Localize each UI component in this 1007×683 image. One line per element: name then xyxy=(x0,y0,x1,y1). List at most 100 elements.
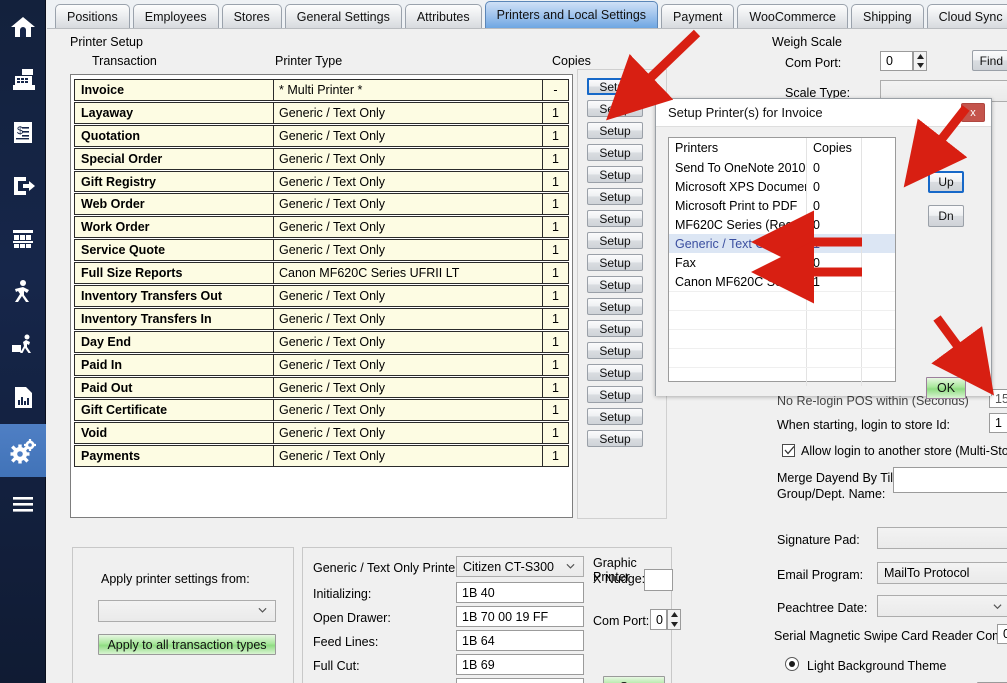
sidebar-item-menu[interactable] xyxy=(0,477,46,530)
move-up-button[interactable]: Up xyxy=(928,171,964,193)
setup-button-gift-registry[interactable]: Setup xyxy=(587,166,643,183)
table-row[interactable]: Full Size Reports Canon MF620C Series UF… xyxy=(74,262,569,285)
tab-attributes[interactable]: Attributes xyxy=(404,4,482,28)
setup-button-service-quote[interactable]: Setup xyxy=(587,232,643,249)
setup-button-invoice[interactable]: Setup xyxy=(587,78,643,95)
setup-button-quotation[interactable]: Setup xyxy=(587,122,643,139)
sidebar-item-inventory[interactable] xyxy=(0,212,46,265)
merge-dayend-input[interactable] xyxy=(893,467,1007,493)
open-drawer-input[interactable]: 1B 70 00 19 FF xyxy=(456,606,584,627)
table-row[interactable]: Layaway Generic / Text Only 1 xyxy=(74,101,569,124)
tab-positions[interactable]: Positions xyxy=(55,4,130,28)
weigh-scale-com-port-input[interactable]: 0 xyxy=(880,51,913,71)
setup-button-layaway[interactable]: Setup xyxy=(587,100,643,117)
tab-woocommerce[interactable]: WooCommerce xyxy=(737,4,848,28)
tab-stores[interactable]: Stores xyxy=(221,4,282,28)
table-row[interactable]: Gift Certificate Generic / Text Only 1 xyxy=(74,399,569,422)
chevron-down-icon xyxy=(258,607,267,613)
list-item-empty[interactable] xyxy=(669,329,895,348)
table-row[interactable]: Payments Generic / Text Only 1 xyxy=(74,445,569,468)
list-item-empty[interactable] xyxy=(669,348,895,367)
table-row[interactable]: Web Order Generic / Text Only 1 xyxy=(74,193,569,216)
list-item[interactable]: MF620C Series (Receipt) 0 xyxy=(669,215,895,234)
peachtree-date-combo[interactable] xyxy=(877,595,1007,617)
table-row[interactable]: Invoice * Multi Printer * - xyxy=(74,79,569,101)
cell-printer-type: Generic / Text Only xyxy=(274,376,543,399)
multi-store-access-checkbox[interactable] xyxy=(782,444,795,457)
setup-button-day-end[interactable]: Setup xyxy=(587,320,643,337)
generic-printer-save-button[interactable]: Save xyxy=(603,676,665,683)
list-item[interactable]: Canon MF620C Series UFRII 1 xyxy=(669,272,895,291)
cell-copies: 1 xyxy=(543,216,569,239)
tab-employees[interactable]: Employees xyxy=(132,4,219,28)
spinner-down-icon[interactable] xyxy=(914,61,926,70)
sidebar-item-reports[interactable] xyxy=(0,371,46,424)
table-row[interactable]: Inventory Transfers Out Generic / Text O… xyxy=(74,285,569,307)
sidebar-item-point-of-sale[interactable] xyxy=(0,53,46,106)
tab-cloud-sync[interactable]: Cloud Sync xyxy=(926,4,1007,28)
tab-shipping[interactable]: Shipping xyxy=(850,4,924,28)
move-down-button[interactable]: Dn xyxy=(928,205,964,227)
table-row[interactable]: Inventory Transfers In Generic / Text On… xyxy=(74,307,569,330)
table-row[interactable]: Gift Registry Generic / Text Only 1 xyxy=(74,170,569,193)
signature-pad-combo[interactable] xyxy=(877,527,1007,549)
table-row[interactable]: Day End Generic / Text Only 1 xyxy=(74,330,569,353)
sidebar-item-customers[interactable] xyxy=(0,265,46,318)
weigh-scale-com-port-spinner[interactable] xyxy=(913,51,927,71)
setup-button-web-order[interactable]: Setup xyxy=(587,188,643,205)
table-row[interactable]: Service Quote Generic / Text Only 1 xyxy=(74,239,569,262)
setup-button-gift-certificate[interactable]: Setup xyxy=(587,386,643,403)
setup-button-payments[interactable]: Setup xyxy=(587,430,643,447)
list-item-empty[interactable] xyxy=(669,367,895,386)
table-row[interactable]: Special Order Generic / Text Only 1 xyxy=(74,147,569,170)
store-id-input[interactable]: 1 xyxy=(989,413,1007,433)
close-icon[interactable]: x xyxy=(961,103,985,122)
setup-button-inventory-transfers-out[interactable]: Setup xyxy=(587,276,643,293)
table-row[interactable]: Paid In Generic / Text Only 1 xyxy=(74,353,569,376)
list-item[interactable]: Microsoft XPS Document Writer 0 xyxy=(669,177,895,196)
setup-button-paid-out[interactable]: Setup xyxy=(587,364,643,381)
partial-cut-input[interactable]: 1B 6D xyxy=(456,678,584,683)
list-item-empty[interactable] xyxy=(669,291,895,310)
tab-printers-and-local-settings[interactable]: Printers and Local Settings xyxy=(484,1,659,28)
sidebar-item-settings[interactable] xyxy=(0,424,46,477)
setup-button-work-order[interactable]: Setup xyxy=(587,210,643,227)
sidebar-item-exit[interactable] xyxy=(0,159,46,212)
list-item-selected[interactable]: Generic / Text Only 1 xyxy=(669,234,895,253)
setup-button-full-size-reports[interactable]: Setup xyxy=(587,254,643,271)
apply-to-all-transaction-types-button[interactable]: Apply to all transaction types xyxy=(98,634,276,655)
table-row[interactable]: Paid Out Generic / Text Only 1 xyxy=(74,376,569,399)
light-theme-radio[interactable] xyxy=(785,657,799,671)
sidebar-item-deliveries[interactable] xyxy=(0,318,46,371)
generic-com-port-input[interactable]: 0 xyxy=(650,609,667,630)
table-row[interactable]: Void Generic / Text Only 1 xyxy=(74,422,569,445)
full-cut-input[interactable]: 1B 69 xyxy=(456,654,584,675)
list-item-empty[interactable] xyxy=(669,310,895,329)
find-port-button[interactable]: Find Port xyxy=(972,50,1007,71)
cell-printer-type: Generic / Text Only xyxy=(274,445,543,468)
initializing-input[interactable]: 1B 40 xyxy=(456,582,584,603)
setup-button-void[interactable]: Setup xyxy=(587,408,643,425)
sidebar-item-invoices[interactable]: $ xyxy=(0,106,46,159)
ok-button[interactable]: OK xyxy=(926,377,966,399)
tab-general-settings[interactable]: General Settings xyxy=(284,4,402,28)
list-item[interactable]: Microsoft Print to PDF 0 xyxy=(669,196,895,215)
email-program-combo[interactable]: MailTo Protocol xyxy=(877,562,1007,584)
x-nudge-input[interactable] xyxy=(644,569,673,591)
list-item[interactable]: Send To OneNote 2010 0 xyxy=(669,158,895,177)
setup-button-inventory-transfers-in[interactable]: Setup xyxy=(587,298,643,315)
list-item[interactable]: Fax 0 xyxy=(669,253,895,272)
sidebar-item-home[interactable] xyxy=(0,0,46,53)
cell-copies: 1 xyxy=(543,193,569,216)
feed-lines-input[interactable]: 1B 64 xyxy=(456,630,584,651)
tab-payment[interactable]: Payment xyxy=(661,4,735,28)
apply-settings-source-combo[interactable] xyxy=(98,600,276,622)
swipe-card-reader-input[interactable]: 0 xyxy=(997,624,1007,644)
printer-name: Generic / Text Only xyxy=(675,236,782,251)
setup-button-paid-in[interactable]: Setup xyxy=(587,342,643,359)
generic-printer-model-combo[interactable]: Citizen CT-S300 xyxy=(456,556,584,577)
setup-button-special-order[interactable]: Setup xyxy=(587,144,643,161)
table-row[interactable]: Work Order Generic / Text Only 1 xyxy=(74,216,569,239)
table-row[interactable]: Quotation Generic / Text Only 1 xyxy=(74,124,569,147)
spinner-up-icon[interactable] xyxy=(914,52,926,61)
